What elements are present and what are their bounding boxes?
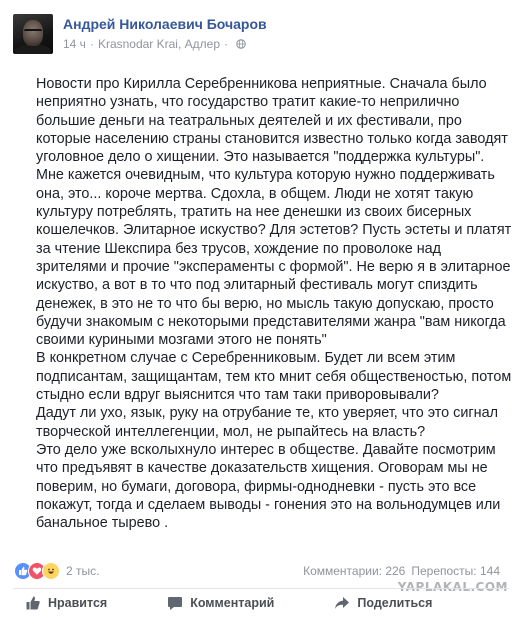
- share-label: Поделиться: [357, 596, 433, 610]
- post-subline: 14 ч · Krasnodar Krai, Адлер ·: [63, 36, 267, 52]
- post-paragraph: Это дело уже всколыхнуло интерес в общес…: [36, 441, 505, 532]
- divider: [13, 588, 509, 589]
- author-name[interactable]: Андрей Николаевич Бочаров: [63, 15, 267, 33]
- post-meta: Андрей Николаевич Бочаров 14 ч · Krasnod…: [63, 15, 267, 64]
- like-label: Нравится: [48, 596, 108, 610]
- share-icon: [335, 597, 350, 609]
- action-bar: Нравится Комментарий Поделиться: [13, 592, 509, 614]
- post-paragraph: В конкретном случае с Серебренниковым. Б…: [36, 350, 516, 404]
- separator-dot: ·: [224, 37, 228, 51]
- share-button[interactable]: Поделиться: [334, 592, 432, 614]
- comment-label: Комментарий: [190, 596, 275, 610]
- facebook-post: Андрей Николаевич Бочаров 14 ч · Krasnod…: [0, 0, 522, 618]
- comment-button[interactable]: Комментарий: [167, 592, 274, 614]
- avatar[interactable]: [13, 14, 53, 54]
- haha-reaction-icon: [42, 562, 60, 580]
- globe-icon[interactable]: [236, 39, 246, 49]
- shares-count[interactable]: Перепосты: 144: [411, 564, 500, 578]
- post-time[interactable]: 14 ч: [63, 36, 86, 52]
- comments-count[interactable]: Комментарии: 226: [303, 564, 405, 578]
- reactions-summary[interactable]: 2 тыс.: [14, 562, 99, 580]
- separator-dot: ·: [89, 37, 94, 51]
- post-paragraph: Дадут ли ухо, язык, руку на отрубание те…: [36, 405, 503, 440]
- post-location[interactable]: Krasnodar Krai, Адлер: [98, 36, 220, 52]
- thumbs-up-icon: [26, 596, 40, 610]
- reactions-count[interactable]: 2 тыс.: [66, 564, 99, 578]
- comment-icon: [168, 597, 183, 610]
- post-text: Новости про Кирилла Серебренникова непри…: [36, 75, 514, 532]
- post-paragraph: Новости про Кирилла Серебренникова непри…: [36, 76, 516, 349]
- post-stats: Комментарии: 226 Перепосты: 144: [303, 564, 500, 578]
- post-header: Андрей Николаевич Бочаров 14 ч · Krasnod…: [13, 14, 267, 64]
- like-button[interactable]: Нравится: [25, 592, 107, 614]
